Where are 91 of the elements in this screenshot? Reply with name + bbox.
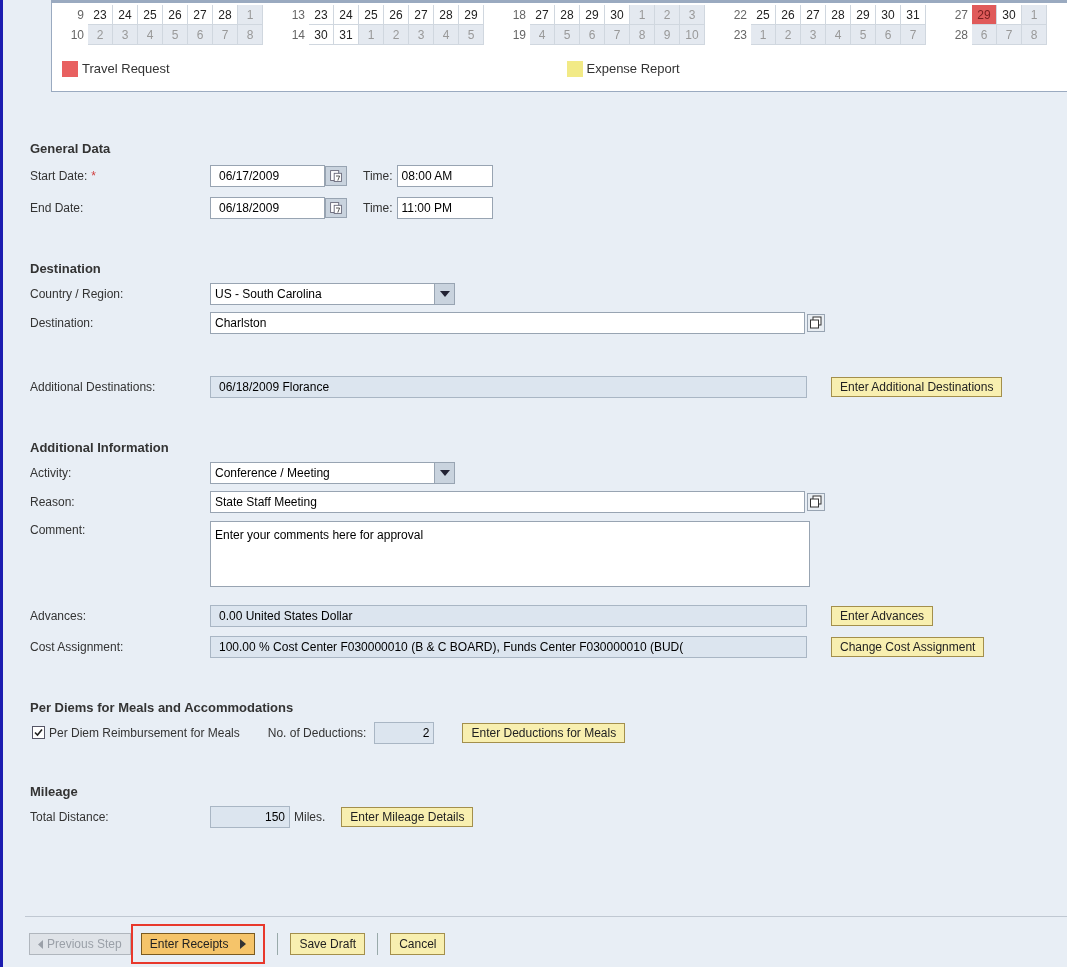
readonly-field: 0.00 United States Dollar <box>210 605 807 627</box>
week-number: 22 <box>732 7 748 24</box>
calendar-day[interactable]: 24 <box>334 5 359 25</box>
calendar-day[interactable]: 26 <box>776 5 801 25</box>
readonly-field: 100.00 % Cost Center F030000010 (B & C BOARD), Funds Center F030000010 (BUD( <box>210 636 807 658</box>
week-number: 27 <box>953 7 969 24</box>
calendar-day[interactable]: 29 <box>459 5 484 25</box>
calendar-day[interactable]: 29 <box>851 5 876 25</box>
calendar-day[interactable]: 23 <box>309 5 334 25</box>
week-number: 28 <box>953 27 969 44</box>
section-heading: Per Diems for Meals and Accommodations <box>30 698 295 717</box>
action-button[interactable]: Enter Additional Destinations <box>831 377 1003 397</box>
unit-label: Miles. <box>294 808 326 826</box>
time-field[interactable]: 08:00 AM <box>396 164 493 187</box>
calendar-day[interactable]: 27 <box>188 5 213 25</box>
calendar-day[interactable]: 30 <box>605 5 630 25</box>
dropdown-field[interactable]: US - South Carolina <box>210 283 455 305</box>
distance-field: 150 <box>210 805 290 828</box>
field-label: Advances: <box>30 608 88 625</box>
section-heading: Additional Information <box>30 438 170 457</box>
date-field[interactable]: 06/18/2009 <box>210 196 325 219</box>
left-arrow-icon <box>38 939 43 949</box>
checkbox-label: Per Diem Reimbursement for Meals <box>49 724 240 742</box>
calendar-day[interactable]: 29 <box>580 5 605 25</box>
field-label: No. of Deductions: <box>267 724 367 742</box>
calendar-day[interactable]: 24 <box>113 5 138 25</box>
action-button[interactable]: Enter Mileage Details <box>341 806 474 827</box>
field-label: Destination: <box>30 315 95 332</box>
text-field[interactable]: Charlston <box>210 312 805 334</box>
calendar-day[interactable]: 28 <box>826 5 851 25</box>
field-label: Country / Region: <box>30 286 125 303</box>
calendar-day[interactable]: 30 <box>997 5 1022 25</box>
week-number: 19 <box>511 27 527 44</box>
calendar-icon[interactable] <box>325 197 347 218</box>
comment-field[interactable]: Enter your comments here for approval <box>210 520 810 587</box>
calendar-day[interactable]: 30 <box>876 5 901 25</box>
action-button[interactable]: Enter Deductions for Meals <box>462 722 626 743</box>
field-label: Total Distance: <box>30 808 110 826</box>
count-field: 2 <box>374 721 435 744</box>
week-number: 14 <box>290 27 306 44</box>
calendar-day[interactable]: 28 <box>555 5 580 25</box>
footer-button[interactable]: Cancel <box>390 933 446 955</box>
calendar-day[interactable]: 27 <box>801 5 826 25</box>
field-label: Cost Assignment: <box>30 639 125 656</box>
calendar-day[interactable]: 23 <box>88 5 113 25</box>
section-heading: General Data <box>30 139 112 158</box>
required-mark: * <box>91 167 97 185</box>
action-button[interactable]: Enter Advances <box>831 606 934 626</box>
calendar-day[interactable]: 31 <box>334 25 359 45</box>
calendar-day[interactable]: 25 <box>359 5 384 25</box>
field-label: Comment: <box>30 521 87 539</box>
dropdown-field[interactable]: Conference / Meeting <box>210 462 455 484</box>
readonly-field: 06/18/2009 Florance <box>210 376 807 398</box>
legend-label: Travel Request <box>82 60 170 78</box>
text-field[interactable]: State Staff Meeting <box>210 491 805 513</box>
field-label: Start Date: <box>30 167 88 185</box>
field-label: Time: <box>363 167 393 185</box>
calendar-day[interactable]: 27 <box>530 5 555 25</box>
calendar-day[interactable]: 25 <box>138 5 163 25</box>
time-field[interactable]: 11:00 PM <box>396 196 493 219</box>
calendar-day[interactable]: 26 <box>384 5 409 25</box>
field-label: Activity: <box>30 465 73 482</box>
date-field[interactable]: 06/17/2009 <box>210 164 325 187</box>
field-label: Time: <box>363 199 393 217</box>
week-number: 10 <box>69 27 85 44</box>
calendar-day[interactable]: 28 <box>434 5 459 25</box>
calendar-day[interactable]: 27 <box>409 5 434 25</box>
footer-button[interactable]: Save Draft <box>290 933 366 955</box>
legend-label: Expense Report <box>586 60 680 78</box>
calendar-day[interactable]: 26 <box>163 5 188 25</box>
footer-button[interactable]: Enter Receipts <box>140 933 256 955</box>
checkbox[interactable] <box>32 726 45 739</box>
calendar-day[interactable]: 28 <box>213 5 238 25</box>
week-number: 9 <box>76 7 85 24</box>
action-button[interactable]: Change Cost Assignment <box>831 637 985 657</box>
right-arrow-icon <box>240 939 247 949</box>
section-heading: Mileage <box>30 782 79 801</box>
section-heading: Destination <box>30 259 102 278</box>
field-label: Additional Destinations: <box>30 379 157 396</box>
calendar-day[interactable]: 31 <box>901 5 926 25</box>
value-help-icon[interactable] <box>807 493 825 511</box>
checkmark-icon <box>34 728 43 737</box>
week-number: 18 <box>511 7 527 24</box>
calendar-day[interactable]: 25 <box>751 5 776 25</box>
week-number: 23 <box>732 27 748 44</box>
field-label: End Date: <box>30 199 84 217</box>
week-number: 13 <box>290 7 306 24</box>
value-help-icon[interactable] <box>807 314 825 332</box>
calendar-day[interactable]: 30 <box>309 25 334 45</box>
calendar-icon[interactable] <box>325 165 347 186</box>
field-label: Reason: <box>30 494 76 511</box>
